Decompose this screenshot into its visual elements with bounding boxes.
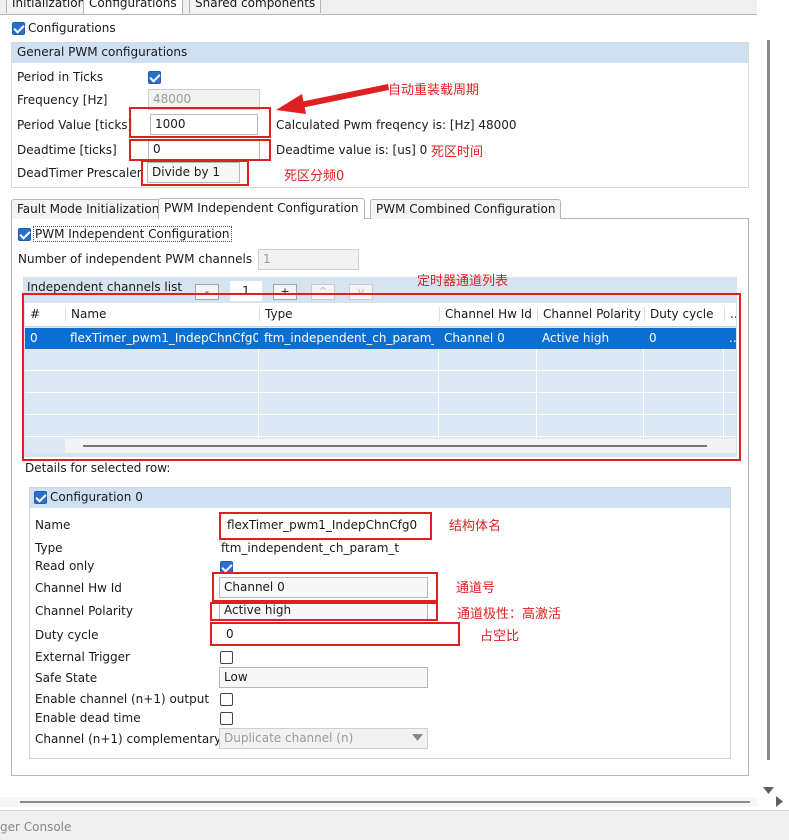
configuration0-checkbox[interactable] bbox=[34, 491, 47, 504]
annotation-channel-no: 通道号 bbox=[456, 581, 496, 596]
complementary-label: Channel (n+1) complementary bbox=[35, 732, 222, 746]
duty-highlight bbox=[210, 622, 460, 646]
details-label: Details for selected row: bbox=[25, 461, 171, 475]
safe-state-label: Safe State bbox=[35, 671, 98, 685]
tab-pwm-combined[interactable]: PWM Combined Configuration bbox=[370, 199, 562, 219]
annotation-polarity: 通道极性：高激活 bbox=[457, 607, 562, 622]
annotation-timer-list: 定时器通道列表 bbox=[417, 274, 509, 289]
hwid-highlight bbox=[212, 572, 438, 602]
name-highlight bbox=[219, 512, 432, 540]
tab-configurations[interactable]: Configurations bbox=[83, 0, 183, 15]
configurations-label: Configurations bbox=[28, 21, 116, 35]
deadtime-label: Deadtime [ticks] bbox=[17, 143, 117, 157]
ext-trigger-label: External Trigger bbox=[35, 650, 130, 664]
scroll-right-icon[interactable] bbox=[776, 796, 784, 807]
independent-checkbox[interactable] bbox=[18, 228, 31, 241]
hwid-label: Channel Hw Id bbox=[35, 581, 122, 595]
tab-initialization[interactable]: Initialization bbox=[6, 0, 92, 13]
channels-list-label: Independent channels list bbox=[27, 280, 183, 294]
enable-dead-label: Enable dead time bbox=[35, 711, 141, 725]
enable-dead-checkbox[interactable] bbox=[220, 712, 233, 725]
enable-n1-label: Enable channel (n+1) output bbox=[35, 692, 210, 706]
ext-trigger-checkbox[interactable] bbox=[220, 651, 233, 664]
top-tab-border bbox=[0, 14, 757, 15]
enable-n1-checkbox[interactable] bbox=[220, 693, 233, 706]
complementary-select: Duplicate channel (n) bbox=[219, 728, 428, 749]
readonly-label: Read only bbox=[35, 559, 95, 573]
tab-pwm-independent[interactable]: PWM Independent Configuration bbox=[158, 198, 365, 219]
duty-label: Duty cycle bbox=[35, 628, 99, 642]
num-channels-field: 1 bbox=[258, 249, 359, 270]
deadtime-us-text: Deadtime value is: [us] 0 bbox=[276, 143, 428, 157]
calc-freq-text: Calculated Pwm freqency is: [Hz] 48000 bbox=[276, 118, 517, 132]
polarity-label: Channel Polarity bbox=[35, 604, 133, 618]
scroll-down-icon[interactable] bbox=[763, 787, 774, 795]
tab-fault-mode[interactable]: Fault Mode Initialization bbox=[11, 199, 166, 219]
period-in-ticks-checkbox[interactable] bbox=[148, 71, 161, 84]
vertical-scrollbar-thumb[interactable] bbox=[767, 40, 770, 760]
independent-check-label: PWM Independent Configuration bbox=[33, 226, 232, 242]
prescaler-label: DeadTimer Prescaler bbox=[17, 166, 142, 180]
frequency-label: Frequency [Hz] bbox=[17, 93, 108, 107]
name-label: Name bbox=[35, 518, 71, 532]
general-section-header: General PWM configurations bbox=[12, 43, 748, 63]
red-arrow-icon bbox=[276, 84, 389, 114]
prescaler-highlight bbox=[141, 160, 249, 186]
channels-list-highlight bbox=[22, 293, 741, 461]
vertical-scrollbar[interactable] bbox=[757, 0, 789, 805]
type-label: Type bbox=[35, 541, 63, 555]
configurations-checkbox[interactable] bbox=[12, 22, 25, 35]
bottom-scrollbar-thumb[interactable] bbox=[20, 801, 750, 803]
annotation-duty: 占空比 bbox=[480, 629, 520, 644]
type-value: ftm_independent_ch_param_t bbox=[221, 541, 400, 555]
console-tab-label[interactable]: ger Console bbox=[0, 820, 71, 834]
chevron-down-icon bbox=[412, 734, 423, 741]
num-channels-label: Number of independent PWM channels bbox=[18, 252, 253, 266]
period-value-label: Period Value [ticks] bbox=[17, 118, 133, 132]
period-in-ticks-label: Period in Ticks bbox=[17, 70, 104, 84]
annotation-dead-zone: 死区时间 bbox=[431, 145, 484, 160]
annotation-dead-div: 死区分频0 bbox=[284, 169, 345, 184]
annotation-auto-reload: 自动重装载周期 bbox=[388, 83, 480, 98]
configuration0-label: Configuration 0 bbox=[50, 490, 143, 504]
safe-state-select[interactable]: Low bbox=[219, 667, 428, 688]
annotation-struct-name: 结构体名 bbox=[449, 519, 502, 534]
period-value-highlight bbox=[129, 107, 271, 138]
tab-shared-components[interactable]: Shared components bbox=[189, 0, 322, 13]
deadtime-highlight bbox=[129, 139, 271, 161]
polarity-highlight bbox=[210, 602, 438, 621]
console-bar bbox=[0, 810, 789, 840]
